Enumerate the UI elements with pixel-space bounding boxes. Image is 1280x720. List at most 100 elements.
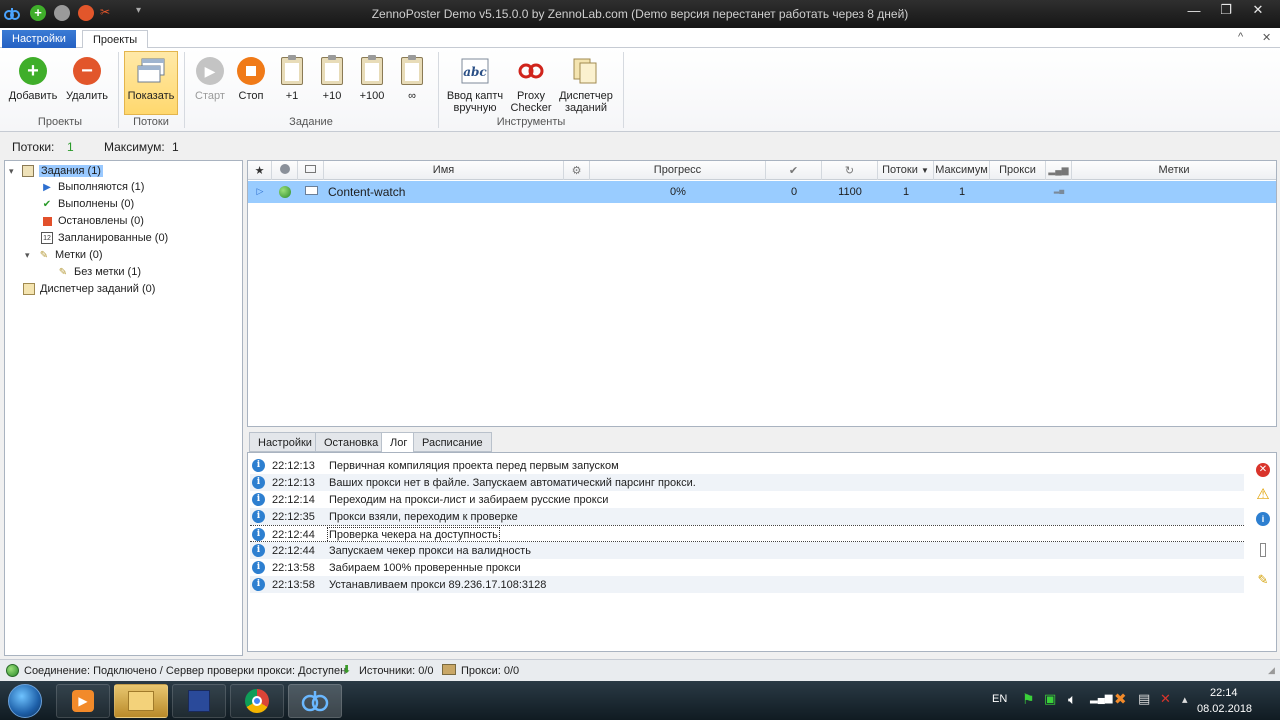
tag-icon: ✎	[58, 266, 68, 278]
warning-filter-icon[interactable]: ⚠	[1254, 485, 1272, 503]
list-item[interactable]: i 22:12:14 Переходим на прокси-лист и заби…	[250, 491, 1244, 508]
signal-icon[interactable]: ▂▄▆	[1090, 693, 1112, 704]
plus10-button[interactable]: +10	[314, 52, 350, 114]
show-button[interactable]: Показать	[124, 51, 178, 115]
tree-item-scheduled[interactable]: 12 Запланированные (0)	[41, 230, 168, 246]
taskbar-explorer[interactable]	[114, 684, 168, 718]
tab-projects[interactable]: Проекты	[82, 30, 149, 49]
clock-time[interactable]: 22:14	[1210, 687, 1238, 699]
tab-bottom-log[interactable]: Лог	[381, 432, 417, 453]
show-window-icon	[137, 58, 165, 83]
close-button[interactable]: ✕	[1242, 0, 1274, 20]
window-icon[interactable]	[298, 181, 324, 203]
projects-grid: ★ Имя ⚙ Прогресс ✔ ↻ Потоки ▼ Максимум П…	[247, 160, 1277, 427]
list-item[interactable]: i 22:12:35 Прокси взяли, переходим к прове…	[250, 508, 1244, 525]
taskbar-zennoposter[interactable]	[288, 684, 342, 718]
col-status[interactable]	[272, 161, 298, 180]
tab-bottom-stop[interactable]: Остановка	[315, 432, 388, 452]
globe-icon	[279, 164, 290, 174]
tool-app-icon[interactable]: ✖	[1114, 690, 1127, 708]
col-tags[interactable]: Метки	[1072, 161, 1276, 180]
tray-app-icon[interactable]: ▤	[1138, 691, 1150, 707]
error-filter-icon[interactable]: ✕	[1254, 461, 1272, 479]
taskbar-media-player[interactable]: ▶	[56, 684, 110, 718]
col-settings[interactable]: ⚙	[564, 161, 590, 180]
tray-menu-icon[interactable]: ▴	[1182, 693, 1188, 706]
ribbon-tabs: Настройки Проекты ^ ✕	[0, 28, 1280, 49]
plus100-button[interactable]: +100	[353, 52, 391, 114]
info-icon: i	[252, 476, 265, 489]
proxy-checker-button[interactable]: Proxy Checker	[508, 52, 554, 114]
tree-item-running[interactable]: ▶ Выполняются (1)	[41, 179, 144, 195]
tree-item-tags[interactable]: ▾ ✎ Метки (0)	[25, 247, 103, 263]
list-item[interactable]: i 22:13:58 Забираем 100% проверенные прокс…	[250, 559, 1244, 576]
tab-settings[interactable]: Настройки	[2, 30, 76, 48]
table-row[interactable]: ▷ Content-watch 0% 0 1100 1 1 ▂▄	[248, 181, 1276, 203]
start-button[interactable]: ▶ Старт	[190, 52, 230, 114]
chevron-down-icon[interactable]: ▾	[9, 166, 19, 177]
resize-grip-icon[interactable]: ◢	[1268, 665, 1275, 676]
flag-icon[interactable]: ⚑	[1022, 691, 1035, 708]
tree-item-stopped[interactable]: Остановлены (0)	[41, 213, 144, 229]
tray-flag-icon[interactable]: ✕	[1160, 691, 1171, 707]
taskbar-save-app[interactable]	[172, 684, 226, 718]
start-button[interactable]	[8, 684, 42, 718]
remove-icon: −	[73, 57, 101, 85]
maximize-button[interactable]: ❐	[1210, 0, 1242, 20]
tag-icon: ✎	[39, 249, 49, 261]
col-priority[interactable]: ▂▄▆	[1046, 161, 1072, 180]
stop-button[interactable]: Стоп	[232, 52, 270, 114]
col-name[interactable]: Имя	[324, 161, 564, 180]
volume-icon[interactable]: 🔈︎	[1068, 691, 1076, 708]
check-icon: ✔	[42, 198, 52, 210]
chevron-down-icon[interactable]: ▾	[25, 250, 35, 261]
list-item[interactable]: i 22:12:44 Запускаем чекер прокси на валид…	[250, 542, 1244, 559]
signal-bars-icon: ▂▄▆	[1048, 165, 1069, 175]
floppy-disk-icon	[188, 690, 210, 712]
tab-bottom-settings[interactable]: Настройки	[249, 432, 321, 452]
tree-item-done[interactable]: ✔ Выполнены (0)	[41, 196, 134, 212]
minimize-button[interactable]: —	[1178, 0, 1210, 20]
col-done[interactable]: ✔	[766, 161, 822, 180]
info-filter-icon[interactable]: i	[1254, 510, 1272, 528]
col-window[interactable]	[298, 161, 324, 180]
col-repeat[interactable]: ↻	[822, 161, 878, 180]
proxy-checker-icon	[518, 63, 544, 79]
clipboard-icon	[22, 165, 34, 177]
threads-label: Потоки:	[12, 140, 55, 154]
list-item[interactable]: i 22:13:58 Устанавливаем прокси 89.236.17.…	[250, 576, 1244, 593]
col-proxy[interactable]: Прокси	[990, 161, 1046, 180]
tree-item-tasks[interactable]: ▾ Задания (1)	[9, 163, 103, 179]
play-icon[interactable]: ▷	[248, 181, 272, 203]
tab-bottom-schedule[interactable]: Расписание	[413, 432, 492, 452]
clear-log-icon[interactable]: ✎	[1254, 571, 1272, 589]
plus1-button[interactable]: +1	[274, 52, 310, 114]
manual-captcha-button[interactable]: abc Ввод каптч вручную	[444, 52, 506, 114]
col-favorite[interactable]: ★	[248, 161, 272, 180]
taskbar-chrome[interactable]	[230, 684, 284, 718]
clock-date[interactable]: 08.02.2018	[1197, 703, 1252, 715]
network-icon[interactable]: ▣	[1044, 691, 1056, 707]
task-dispatcher-button[interactable]: Диспетчер заданий	[558, 52, 614, 114]
sort-down-icon: ▼	[920, 166, 929, 175]
tree-item-no-tag[interactable]: ✎ Без метки (1)	[57, 264, 141, 280]
remove-button[interactable]: − Удалить	[62, 52, 112, 114]
check-icon: ✔	[788, 165, 799, 177]
ribbon-close-icon[interactable]: ✕	[1262, 31, 1271, 44]
col-threads[interactable]: Потоки ▼	[878, 161, 934, 180]
ribbon-collapse-icon[interactable]: ^	[1238, 31, 1243, 43]
infinite-button[interactable]: ∞	[394, 52, 430, 114]
list-item[interactable]: i 22:12:44 Проверка чекера на доступность	[250, 525, 1244, 543]
list-item[interactable]: i 22:12:13 Первичная компиляция проекта пе…	[250, 457, 1244, 474]
scroll-lock-icon[interactable]	[1254, 541, 1272, 559]
gear-icon: ⚙	[571, 165, 582, 177]
clipboard-icon	[281, 55, 303, 85]
log-panel: i 22:12:13 Первичная компиляция проекта пе…	[247, 452, 1277, 652]
list-item[interactable]: i 22:12:13 Ваших прокси нет в файле. Запус…	[250, 474, 1244, 491]
status-bar: Соединение: Подключено / Сервер проверки…	[0, 659, 1280, 681]
add-button[interactable]: + Добавить	[6, 52, 60, 114]
col-progress[interactable]: Прогресс	[590, 161, 766, 180]
tree-item-dispatcher[interactable]: Диспетчер заданий (0)	[23, 281, 155, 297]
col-max[interactable]: Максимум	[934, 161, 990, 180]
language-indicator[interactable]: EN	[992, 693, 1007, 705]
